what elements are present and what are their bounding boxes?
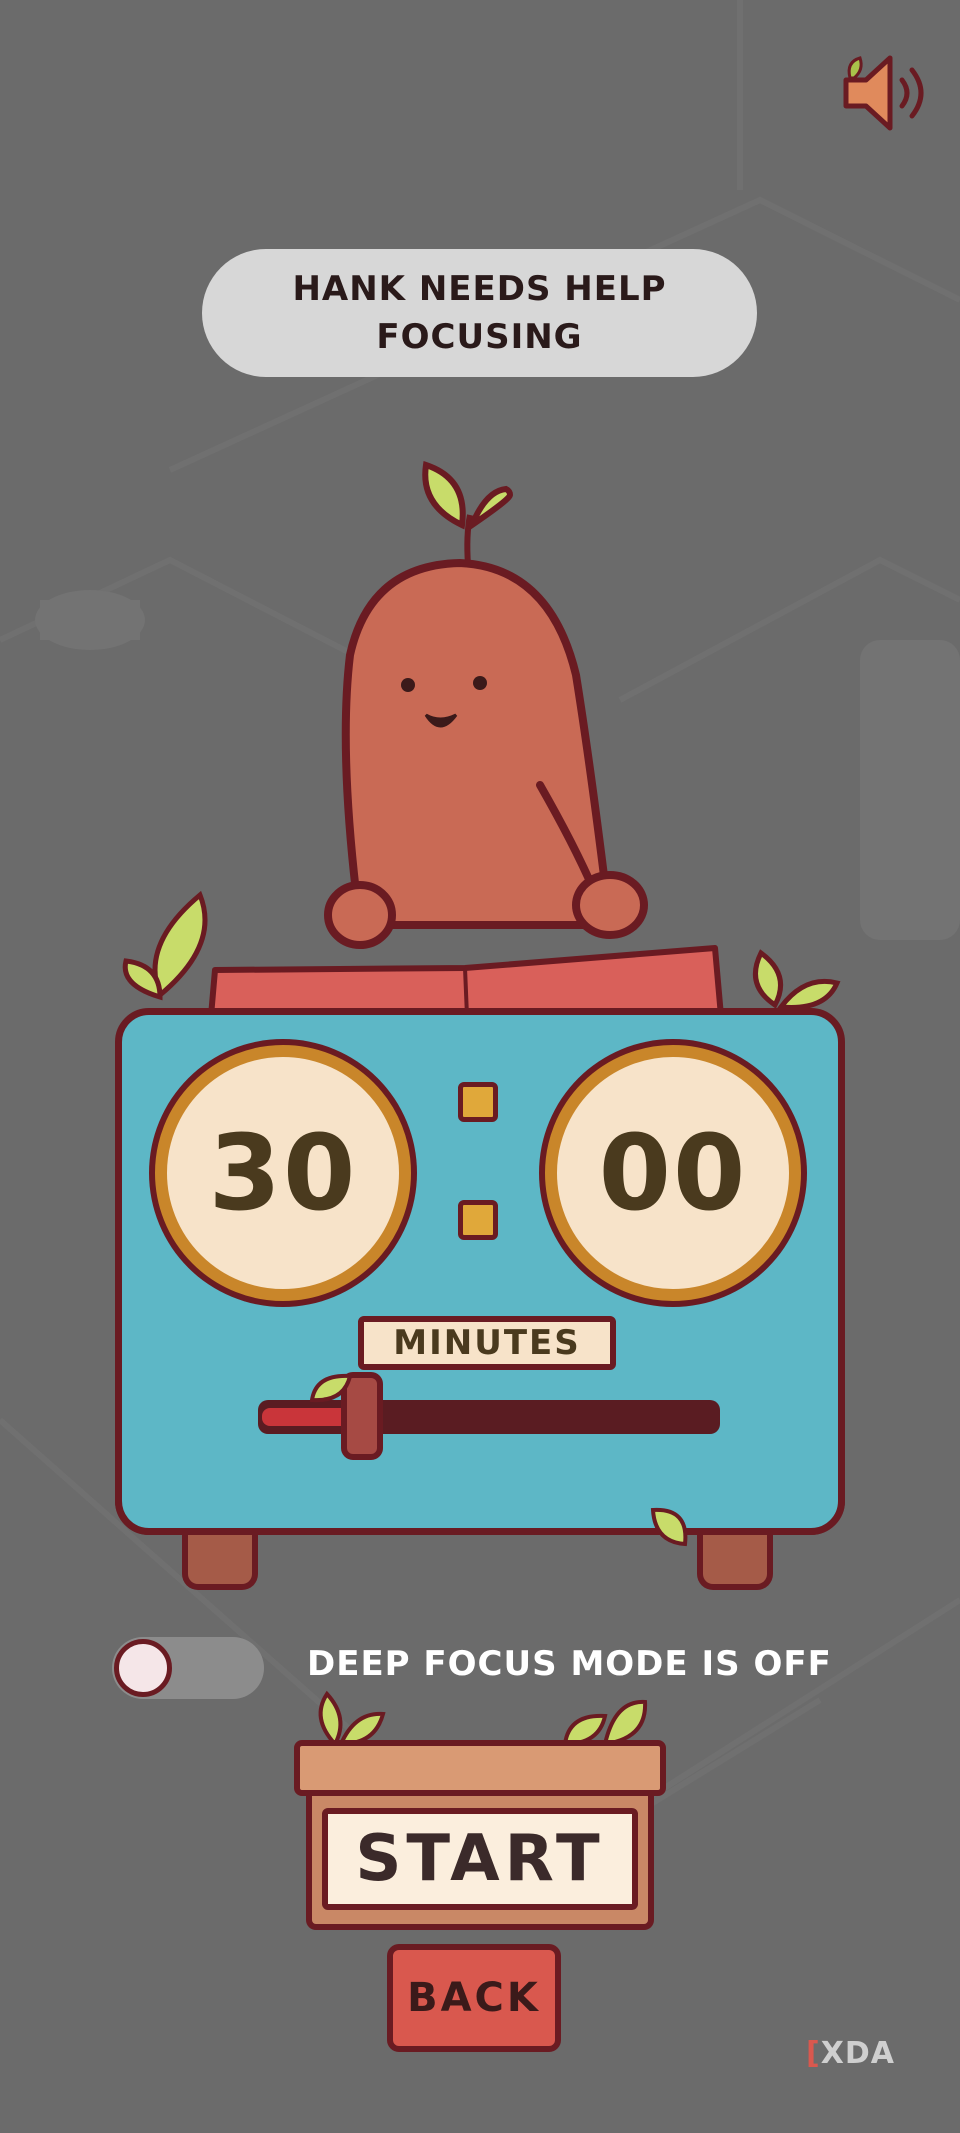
- planter-leaf-left: [318, 1690, 386, 1748]
- leaf-decoration-left: [122, 890, 208, 1001]
- leaf-decoration-right: [752, 949, 841, 1010]
- start-planter-rim: [294, 1740, 666, 1796]
- timer-leg-left: [182, 1530, 258, 1590]
- start-button-label: START: [355, 1822, 605, 1896]
- speech-line-2: FOCUSING: [376, 317, 583, 357]
- start-button[interactable]: START: [322, 1808, 638, 1910]
- leaf-decoration-base: [650, 1507, 688, 1547]
- deep-focus-toggle-knob[interactable]: [114, 1639, 172, 1697]
- minutes-value: 30: [208, 1112, 358, 1234]
- colon-dot-bottom: [458, 1200, 498, 1240]
- back-button-label: BACK: [407, 1975, 541, 2021]
- back-button[interactable]: BACK: [387, 1944, 561, 2052]
- watermark: [XDA: [806, 2036, 895, 2071]
- watermark-logo-icon: [: [806, 2036, 821, 2071]
- sound-toggle-button[interactable]: [838, 48, 938, 138]
- timer-leg-right: [697, 1530, 773, 1590]
- unit-label-text: MINUTES: [393, 1323, 581, 1363]
- game-scene: HANK NEEDS HELP FOCUSING 30 00 MINUTES D…: [0, 0, 960, 2133]
- unit-label: MINUTES: [358, 1316, 616, 1370]
- speech-line-1: HANK NEEDS HELP: [292, 269, 667, 309]
- book-prop: [208, 945, 724, 1019]
- minutes-dial[interactable]: 30: [155, 1045, 411, 1301]
- deep-focus-label: DEEP FOCUS MODE IS OFF: [307, 1644, 832, 1684]
- slider-leaf-icon: [309, 1373, 353, 1403]
- speech-bubble: HANK NEEDS HELP FOCUSING: [202, 249, 757, 377]
- seconds-value: 00: [598, 1112, 748, 1234]
- hank-character: [324, 461, 648, 949]
- watermark-text: XDA: [820, 2036, 895, 2071]
- speaker-icon: [843, 55, 924, 131]
- seconds-dial: 00: [545, 1045, 801, 1301]
- colon-dot-top: [458, 1082, 498, 1122]
